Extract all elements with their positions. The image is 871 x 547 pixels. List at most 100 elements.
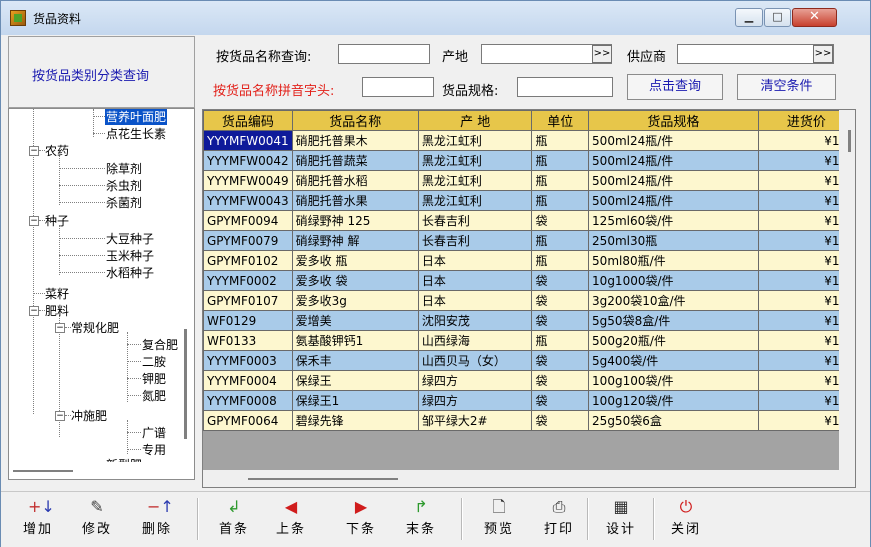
table-cell[interactable]: GPYMF0094 — [203, 210, 293, 231]
table-cell[interactable]: 硝肥托普蔬菜 — [291, 150, 419, 171]
table-cell[interactable]: 山西贝马（女） — [417, 350, 533, 371]
table-cell[interactable]: 日本 — [417, 270, 533, 291]
table-cell[interactable]: YYYMFW0043 — [203, 190, 293, 211]
table-cell[interactable]: 黑龙江虹利 — [417, 170, 533, 191]
table-cell[interactable]: 3g200袋10盒/件 — [588, 290, 759, 311]
table-cell[interactable]: 100g100袋/件 — [588, 370, 759, 391]
clear-button[interactable]: 清空条件 — [737, 74, 836, 100]
column-header[interactable]: 货品名称 — [291, 110, 419, 131]
table-row[interactable]: YYYMF0003 保禾丰 山西贝马（女）袋 5g400袋/件 ¥1.0 — [203, 350, 855, 371]
table-cell[interactable]: 爱多收3g — [291, 290, 419, 311]
table-row[interactable]: GPYMF0107 爱多收3g 日本袋 3g200袋10盒/件 ¥1.0 — [203, 290, 855, 311]
tree-item[interactable]: 氮肥 — [142, 388, 166, 404]
table-row[interactable]: YYYMF0002 爱多收 袋日本袋 10g1000袋/件 ¥1.0 — [203, 270, 855, 291]
table-cell[interactable]: 瓶 — [531, 170, 590, 191]
table-cell[interactable]: 氨基酸钾钙1 — [291, 330, 419, 351]
tree-item[interactable]: 专用 — [142, 442, 166, 458]
tree-item[interactable]: 冲施肥 — [71, 408, 107, 424]
table-row[interactable]: GPYMF0064 碧绿先锋 邹平绿大2# 袋 25g50袋6盒 ¥1.0 — [203, 410, 855, 431]
tree-item[interactable]: 种子 — [45, 213, 69, 229]
supplier-dropdown-button[interactable]: >> — [813, 45, 833, 63]
close-window-button[interactable]: ✕ — [792, 8, 837, 27]
tree-item[interactable]: 肥料 — [45, 303, 69, 319]
tree-vertical-scrollbar[interactable] — [179, 109, 194, 462]
table-cell[interactable]: 125ml60袋/件 — [588, 210, 759, 231]
table-cell[interactable]: 日本 — [417, 250, 533, 271]
table-cell[interactable]: 爱多收 袋 — [291, 270, 419, 291]
table-cell[interactable]: GPYMF0064 — [203, 410, 293, 431]
table-cell[interactable]: 碧绿先锋 — [291, 410, 419, 431]
first-record-button[interactable]: ↲ 首条 — [212, 497, 256, 541]
name-query-input[interactable] — [338, 44, 430, 64]
table-cell[interactable]: 100g120袋/件 — [588, 390, 759, 411]
table-row[interactable]: WF0133 氨基酸钾钙1 山西绿海瓶 500g20瓶/件 ¥1.0 — [203, 330, 855, 351]
search-button[interactable]: 点击查询 — [627, 74, 723, 100]
grid-horizontal-scrollbar[interactable] — [203, 470, 855, 487]
tree-item[interactable]: 大豆种子 — [106, 231, 154, 247]
table-cell[interactable]: 爱多收 瓶 — [291, 250, 419, 271]
table-cell[interactable]: 黑龙江虹利 — [417, 130, 533, 151]
table-cell[interactable]: 硝肥托普果木 — [291, 130, 419, 151]
table-cell[interactable]: 硝绿野神 125 — [291, 210, 419, 231]
last-record-button[interactable]: ↱ 末条 — [399, 497, 443, 541]
tree-item[interactable]: 杀虫剂 — [106, 178, 142, 194]
tree-item[interactable]: 菜籽 — [45, 286, 69, 302]
table-cell[interactable]: 10g1000袋/件 — [588, 270, 759, 291]
table-cell[interactable]: YYYMF0008 — [203, 390, 293, 411]
design-button[interactable]: ▦ 设计 — [599, 497, 643, 541]
table-cell[interactable]: 瓶 — [531, 150, 590, 171]
collapse-icon[interactable]: − — [29, 146, 39, 156]
table-cell[interactable]: 5g50袋8盒/件 — [588, 310, 759, 331]
table-cell[interactable]: 保绿王 — [291, 370, 419, 391]
table-cell[interactable]: 袋 — [531, 210, 590, 231]
table-cell[interactable]: 绿四方 — [417, 390, 533, 411]
table-cell[interactable]: 袋 — [531, 390, 590, 411]
table-cell[interactable]: 沈阳安茂 — [417, 310, 533, 331]
table-cell[interactable]: WF0129 — [203, 310, 293, 331]
table-row[interactable]: YYYMFW0041 硝肥托普果木 黑龙江虹利瓶 500ml24瓶/件 ¥1.0 — [203, 130, 855, 151]
column-header[interactable]: 货品规格 — [588, 110, 759, 131]
scroll-thumb[interactable] — [848, 130, 851, 152]
table-cell[interactable]: 绿四方 — [417, 370, 533, 391]
table-cell[interactable]: 瓶 — [531, 330, 590, 351]
table-cell[interactable]: YYYMFW0042 — [203, 150, 293, 171]
table-cell[interactable]: 袋 — [531, 290, 590, 311]
table-cell[interactable]: 黑龙江虹利 — [417, 150, 533, 171]
tree-item[interactable]: 杀菌剂 — [106, 195, 142, 211]
table-cell[interactable]: YYYMF0003 — [203, 350, 293, 371]
table-cell[interactable]: 瓶 — [531, 230, 590, 251]
table-cell[interactable]: YYYMFW0049 — [203, 170, 293, 191]
tree-item[interactable]: 二胺 — [142, 354, 166, 370]
table-cell[interactable]: 25g50袋6盒 — [588, 410, 759, 431]
table-cell[interactable]: 500ml24瓶/件 — [588, 130, 759, 151]
grid-vertical-scrollbar[interactable] — [839, 110, 855, 470]
tree-item[interactable]: 广谱 — [142, 425, 166, 441]
table-cell[interactable]: 250ml30瓶 — [588, 230, 759, 251]
collapse-icon[interactable]: − — [55, 411, 65, 421]
table-cell[interactable]: 500ml24瓶/件 — [588, 190, 759, 211]
tree-item[interactable]: 水稻种子 — [106, 265, 154, 281]
scroll-thumb[interactable] — [13, 470, 73, 472]
tree-item[interactable]: 营养叶面肥 — [105, 109, 168, 125]
table-row[interactable]: WF0129 爱增美 沈阳安茂袋 5g50袋8盒/件 ¥1.0 — [203, 310, 855, 331]
tree-item[interactable]: 复合肥 — [142, 337, 178, 353]
collapse-icon[interactable]: − — [55, 323, 65, 333]
table-cell[interactable]: 5g400袋/件 — [588, 350, 759, 371]
table-cell[interactable]: 保禾丰 — [291, 350, 419, 371]
table-cell[interactable]: YYYMF0004 — [203, 370, 293, 391]
table-cell[interactable]: 保绿王1 — [291, 390, 419, 411]
table-cell[interactable]: 瓶 — [531, 250, 590, 271]
table-row[interactable]: YYYMFW0049 硝肥托普水稻 黑龙江虹利瓶 500ml24瓶/件 ¥1.0 — [203, 170, 855, 191]
table-cell[interactable]: 硝肥托普水稻 — [291, 170, 419, 191]
tree-item[interactable]: 农药 — [45, 143, 69, 159]
table-row[interactable]: YYYMF0008 保绿王1 绿四方袋 100g120袋/件 ¥1.0 — [203, 390, 855, 411]
table-cell[interactable]: 瓶 — [531, 130, 590, 151]
tree-item[interactable]: 玉米种子 — [106, 248, 154, 264]
tree-item[interactable]: 点花生长素 — [106, 126, 166, 142]
table-row[interactable]: GPYMF0102 爱多收 瓶日本瓶 50ml80瓶/件 ¥1.0 — [203, 250, 855, 271]
maximize-button[interactable]: □ — [764, 8, 791, 27]
add-button[interactable]: +↓ 增加 — [16, 497, 60, 541]
print-button[interactable]: ⎙ 打印 — [537, 497, 581, 541]
table-cell[interactable]: 长春吉利 — [417, 210, 533, 231]
tree-item[interactable]: 钾肥 — [142, 371, 166, 387]
